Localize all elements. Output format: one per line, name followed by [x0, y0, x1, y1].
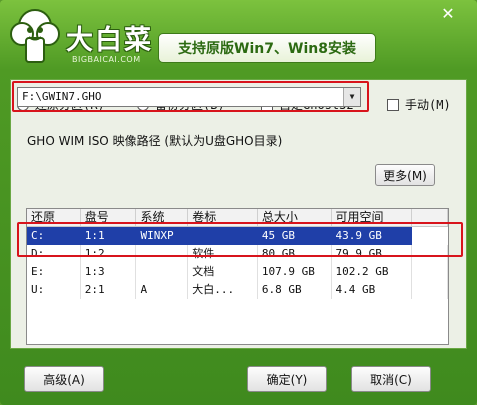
- header: 大白菜 BIGBAICAI.COM 支持原版Win7、Win8安装 ✕: [0, 0, 477, 80]
- app-window: 大白菜 BIGBAICAI.COM 支持原版Win7、Win8安装 ✕ 还原分区…: [0, 0, 477, 405]
- cell-total: 107.9 GB: [258, 263, 332, 281]
- advanced-button[interactable]: 高级(A): [24, 366, 104, 392]
- manual-label: 手动(M): [405, 98, 451, 112]
- cell-disk: 2:1: [81, 281, 137, 299]
- cell-system: A: [136, 281, 189, 299]
- image-path-select[interactable]: F:\GWIN7.GHO ▼: [17, 87, 361, 107]
- cell-total: 6.8 GB: [258, 281, 332, 299]
- selected-row-highlight-box: [17, 222, 463, 257]
- cell-restore: E:: [27, 263, 81, 281]
- table-row[interactable]: E: 1:3 文档 107.9 GB 102.2 GB: [27, 263, 448, 281]
- cell-free: 102.2 GB: [332, 263, 413, 281]
- cell-disk: 1:3: [81, 263, 137, 281]
- cabbage-logo-icon: [10, 9, 60, 63]
- logo-site: BIGBAICAI.COM: [72, 55, 141, 64]
- image-path-label: GHO WIM ISO 映像路径 (默认为U盘GHO目录): [27, 134, 283, 148]
- cell-spare: [412, 281, 448, 299]
- feature-banner: 支持原版Win7、Win8安装: [158, 33, 376, 63]
- checkbox-mark[interactable]: [387, 98, 399, 111]
- more-button[interactable]: 更多(M): [375, 164, 435, 186]
- cell-volume: 大白...: [188, 281, 258, 299]
- table-row[interactable]: U: 2:1 A 大白... 6.8 GB 4.4 GB: [27, 281, 448, 299]
- manual-checkbox[interactable]: 手动(M): [387, 96, 451, 113]
- logo-title: 大白菜: [66, 25, 153, 56]
- image-path-value: F:\GWIN7.GHO: [22, 90, 102, 103]
- cell-system: [136, 263, 189, 281]
- cell-volume: 文档: [188, 263, 258, 281]
- cancel-button[interactable]: 取消(C): [351, 366, 431, 392]
- chevron-down-icon[interactable]: ▼: [343, 88, 360, 106]
- cell-restore: U:: [27, 281, 81, 299]
- cell-spare: [412, 263, 448, 281]
- ok-button[interactable]: 确定(Y): [247, 366, 327, 392]
- close-button[interactable]: ✕: [433, 4, 463, 24]
- cell-free: 4.4 GB: [332, 281, 413, 299]
